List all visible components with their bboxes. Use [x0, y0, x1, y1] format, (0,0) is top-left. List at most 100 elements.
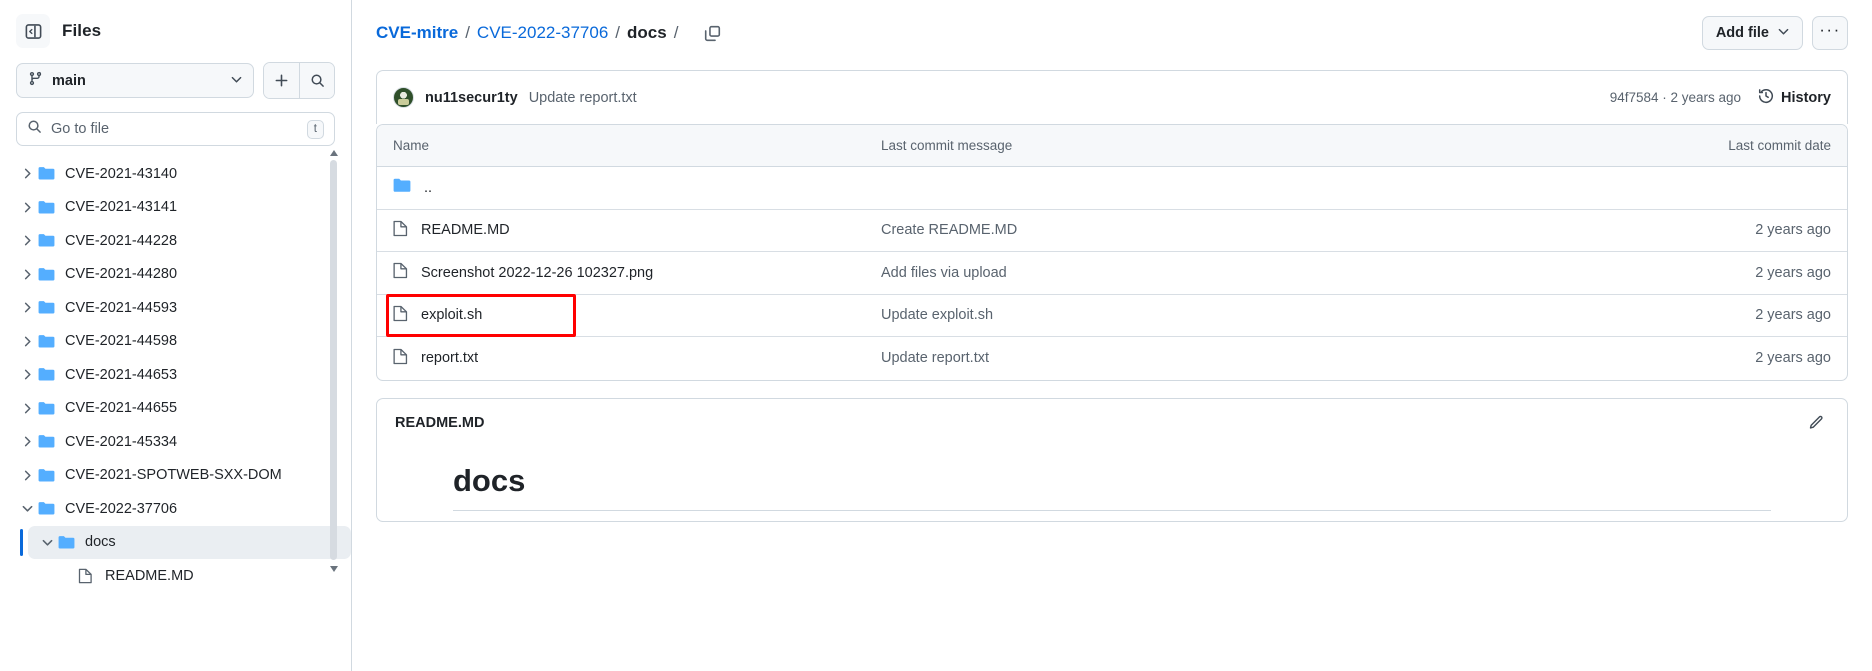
column-header-message: Last commit message	[881, 138, 1013, 153]
more-options-button[interactable]: ···	[1812, 16, 1848, 50]
readme-body: docs	[377, 447, 1847, 511]
file-tree[interactable]: CVE-2021-43140 CVE-2021-43141 CVE-2021-442…	[0, 157, 351, 671]
tree-item-label: CVE-2021-44593	[65, 299, 178, 316]
chevron-right-icon[interactable]	[16, 336, 38, 347]
tree-item-docs[interactable]: docs	[20, 525, 351, 559]
branch-name-label: main	[52, 72, 86, 89]
chevron-right-icon[interactable]	[16, 269, 38, 280]
tree-item-label: docs	[85, 534, 116, 551]
tree-item-cve-2021-44655[interactable]: CVE-2021-44655	[8, 392, 351, 426]
copy-icon[interactable]	[698, 19, 726, 47]
commit-message-cell[interactable]: Add files via upload	[881, 265, 1671, 281]
commit-message[interactable]: Update report.txt	[529, 90, 637, 106]
sidebar-scrollbar[interactable]	[330, 160, 337, 560]
breadcrumb-link-0[interactable]: CVE-mitre	[376, 23, 458, 43]
chevron-right-icon[interactable]	[16, 235, 38, 246]
tree-item-cve-2021-44228[interactable]: CVE-2021-44228	[8, 224, 351, 258]
tree-item-label: CVE-2021-44228	[65, 232, 178, 249]
commit-message-cell[interactable]: Update report.txt	[881, 350, 1671, 366]
file-name-link[interactable]: README.MD	[421, 222, 510, 238]
folder-icon	[38, 233, 56, 248]
tree-item-readme-md[interactable]: README.MD	[48, 559, 351, 593]
chevron-right-icon[interactable]	[16, 403, 38, 414]
main-content: CVE-mitre / CVE-2022-37706 / docs / Add file …	[352, 0, 1872, 671]
clock-history-icon	[1758, 88, 1774, 108]
history-link[interactable]: History	[1758, 88, 1831, 108]
folder-icon	[38, 300, 56, 315]
file-name-link[interactable]: exploit.sh	[421, 307, 482, 323]
breadcrumb: CVE-mitre / CVE-2022-37706 / docs /	[376, 23, 685, 43]
tree-item-cve-2021-44593[interactable]: CVE-2021-44593	[8, 291, 351, 325]
table-row[interactable]: Screenshot 2022-12-26 102327.png Add file…	[377, 252, 1847, 295]
repo-header: CVE-mitre / CVE-2022-37706 / docs / Add file …	[376, 0, 1848, 66]
table-row[interactable]: README.MD Create README.MD 2 years ago	[377, 210, 1847, 252]
folder-icon	[38, 401, 56, 416]
sidebar-controls: main	[0, 54, 351, 99]
file-icon	[78, 568, 96, 584]
tree-item-cve-2021-spotweb-sxx-dom[interactable]: CVE-2021-SPOTWEB-SXX-DOM	[8, 459, 351, 493]
readme-title: README.MD	[395, 414, 485, 431]
file-icon	[393, 262, 408, 283]
file-name-link[interactable]: Screenshot 2022-12-26 102327.png	[421, 265, 653, 281]
add-new-button[interactable]	[264, 63, 299, 98]
commit-message-cell[interactable]: Update exploit.sh	[881, 307, 1671, 323]
table-row[interactable]: exploit.sh Update exploit.sh 2 years ago	[377, 293, 1847, 337]
column-header-date: Last commit date	[1728, 138, 1831, 153]
folder-icon	[38, 267, 56, 282]
chevron-right-icon[interactable]	[16, 302, 38, 313]
readme-preview-panel: README.MD docs	[376, 397, 1848, 522]
file-name-cell: exploit.sh	[393, 305, 881, 326]
column-header-name: Name	[393, 138, 430, 153]
add-file-button[interactable]: Add file	[1701, 16, 1803, 50]
go-to-file-input[interactable]: Go to file t	[16, 112, 335, 146]
git-branch-icon	[28, 71, 43, 91]
table-row[interactable]: ..	[377, 167, 1847, 210]
tree-item-cve-2022-37706[interactable]: CVE-2022-37706	[8, 492, 351, 526]
commit-author[interactable]: nu11secur1ty	[425, 90, 518, 106]
tree-item-cve-2021-43140[interactable]: CVE-2021-43140	[8, 157, 351, 191]
sidebar-collapse-icon[interactable]	[16, 14, 50, 48]
folder-icon	[38, 334, 56, 349]
chevron-down-icon	[1778, 25, 1789, 41]
file-name-cell: README.MD	[393, 220, 881, 241]
commit-meta-group: 94f7584 · 2 years ago History	[1610, 88, 1831, 108]
scroll-down-arrow[interactable]	[328, 563, 339, 574]
file-icon	[393, 305, 408, 326]
tree-item-cve-2021-43141[interactable]: CVE-2021-43141	[8, 191, 351, 225]
tree-item-cve-2021-44598[interactable]: CVE-2021-44598	[8, 325, 351, 359]
file-list-table: Name Last commit message Last commit dat…	[376, 124, 1848, 381]
file-icon	[393, 348, 408, 369]
branch-selector[interactable]: main	[16, 63, 254, 98]
chevron-right-icon[interactable]	[16, 168, 38, 179]
avatar[interactable]	[393, 87, 414, 108]
pencil-icon[interactable]	[1803, 410, 1829, 436]
file-name-link[interactable]: ..	[424, 180, 432, 196]
tree-item-cve-2021-44653[interactable]: CVE-2021-44653	[8, 358, 351, 392]
search-icon	[27, 119, 42, 139]
chevron-down-icon[interactable]	[36, 537, 58, 548]
commit-date-cell: 2 years ago	[1755, 350, 1831, 367]
breadcrumb-link-1[interactable]: CVE-2022-37706	[477, 23, 608, 43]
tree-item-cve-2021-45334[interactable]: CVE-2021-45334	[8, 425, 351, 459]
folder-icon	[38, 200, 56, 215]
file-name-cell: Screenshot 2022-12-26 102327.png	[393, 262, 881, 283]
table-row[interactable]: report.txt Update report.txt 2 years ago	[377, 337, 1847, 380]
commit-hash-time[interactable]: 94f7584 · 2 years ago	[1610, 90, 1741, 105]
scroll-up-arrow[interactable]	[328, 147, 339, 158]
file-name-link[interactable]: report.txt	[421, 350, 478, 366]
chevron-right-icon[interactable]	[16, 470, 38, 481]
breadcrumb-separator: /	[465, 23, 470, 42]
chevron-right-icon[interactable]	[16, 369, 38, 380]
chevron-down-icon[interactable]	[16, 503, 38, 514]
tree-item-label: CVE-2021-44598	[65, 333, 178, 350]
readme-header: README.MD	[377, 399, 1847, 447]
go-to-file-shortcut: t	[306, 119, 324, 139]
chevron-right-icon[interactable]	[16, 436, 38, 447]
tree-item-cve-2021-44280[interactable]: CVE-2021-44280	[8, 258, 351, 292]
chevron-right-icon[interactable]	[16, 202, 38, 213]
commit-message-cell[interactable]: Create README.MD	[881, 222, 1671, 238]
tree-item-label: CVE-2021-44653	[65, 366, 178, 383]
file-name-cell: report.txt	[393, 348, 881, 369]
search-icon[interactable]	[299, 63, 334, 98]
tree-item-label: CVE-2021-43140	[65, 165, 178, 182]
